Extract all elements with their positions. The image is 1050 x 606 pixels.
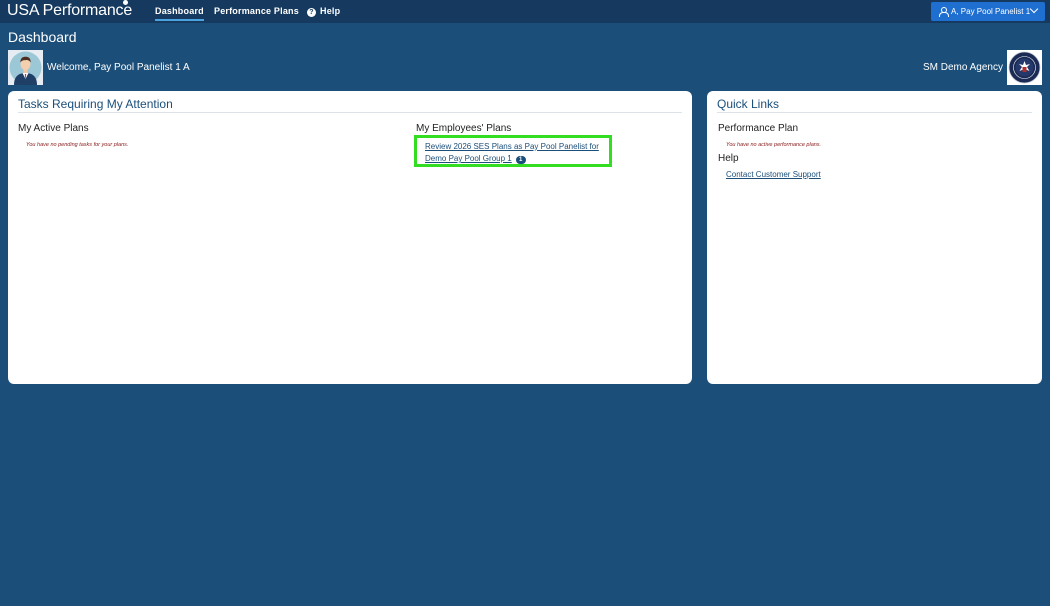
performance-plan-empty-note: You have no active performance plans.: [726, 142, 822, 148]
chevron-down-icon: [1029, 4, 1039, 14]
top-navigation-bar: USA Performance Dashboard Performance Pl…: [0, 0, 1050, 23]
brand-logo[interactable]: USA Performance: [7, 1, 132, 21]
task-count-badge: 1: [515, 156, 526, 164]
contact-customer-support-link[interactable]: Contact Customer Support: [726, 170, 821, 180]
review-ses-plans-link-text: Review 2026 SES Plans as Pay Pool Paneli…: [425, 142, 599, 163]
person-avatar-icon: [8, 50, 43, 85]
divider: [717, 112, 1032, 113]
review-ses-plans-link[interactable]: Review 2026 SES Plans as Pay Pool Paneli…: [425, 141, 607, 165]
nav-performance-plans[interactable]: Performance Plans: [214, 5, 299, 18]
registered-mark-icon: [123, 0, 128, 5]
avatar: [8, 50, 43, 85]
agency-seal-icon: [1008, 51, 1041, 84]
my-active-plans-heading: My Active Plans: [18, 123, 89, 134]
welcome-message: Welcome, Pay Pool Panelist 1 A: [47, 62, 190, 73]
tasks-card: Tasks Requiring My Attention My Active P…: [8, 91, 692, 384]
highlighted-task-box: Review 2026 SES Plans as Pay Pool Paneli…: [414, 135, 612, 167]
user-menu-button[interactable]: A, Pay Pool Panelist 1: [931, 2, 1045, 21]
performance-plan-heading: Performance Plan: [718, 123, 799, 134]
user-icon: [938, 7, 949, 17]
page-title: Dashboard: [8, 29, 77, 45]
nav-help[interactable]: ? Help: [307, 5, 340, 18]
agency-seal: [1007, 50, 1042, 85]
agency-name: SM Demo Agency: [922, 62, 1003, 73]
my-employees-plans-heading: My Employees' Plans: [416, 123, 512, 134]
tasks-card-title: Tasks Requiring My Attention: [18, 97, 173, 111]
help-heading: Help: [718, 153, 739, 164]
nav-help-label: Help: [320, 6, 341, 16]
active-plans-empty-note: You have no pending tasks for your plans…: [26, 142, 129, 148]
question-circle-icon: ?: [307, 8, 316, 17]
nav-dashboard[interactable]: Dashboard: [155, 5, 204, 21]
quick-links-card: Quick Links Performance Plan You have no…: [707, 91, 1042, 384]
divider: [18, 112, 682, 113]
quick-links-card-title: Quick Links: [717, 97, 780, 111]
user-menu-label: A, Pay Pool Panelist 1: [951, 7, 1031, 16]
